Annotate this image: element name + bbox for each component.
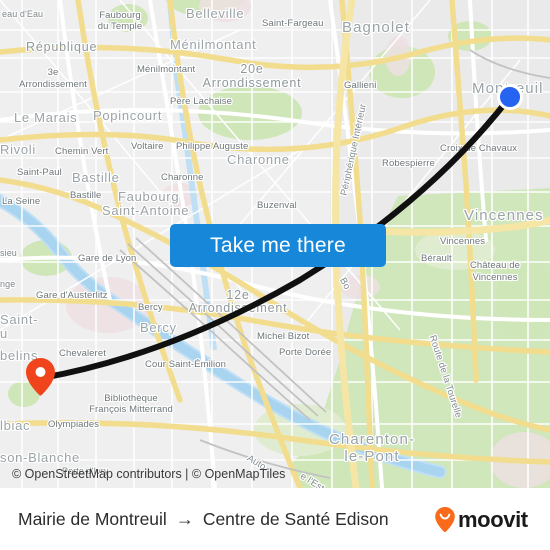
map-screen: eau d'Eau Faubourg du Temple Belleville Sain… bbox=[0, 0, 550, 550]
trip-summary: Mairie de Montreuil → Centre de Santé Ed… bbox=[18, 509, 389, 530]
svg-text:moovit: moovit bbox=[458, 507, 529, 532]
take-me-there-button[interactable]: Take me there bbox=[170, 224, 386, 267]
arrow-right-icon: → bbox=[175, 509, 194, 529]
moovit-logo-icon: moovit bbox=[435, 507, 529, 532]
destination-dot-icon[interactable] bbox=[497, 84, 523, 110]
origin-pin-icon[interactable] bbox=[26, 358, 55, 396]
trip-origin-label: Mairie de Montreuil bbox=[18, 508, 167, 529]
map-canvas[interactable]: eau d'Eau Faubourg du Temple Belleville Sain… bbox=[0, 0, 550, 488]
trip-destination-label: Centre de Santé Edison bbox=[202, 508, 389, 529]
moovit-logo[interactable]: moovit bbox=[434, 506, 536, 532]
trip-footer: Mairie de Montreuil → Centre de Santé Ed… bbox=[0, 488, 550, 550]
map-attribution: © OpenStreetMap contributors | © OpenMap… bbox=[0, 466, 550, 482]
attribution-text: © OpenStreetMap contributors | © OpenMap… bbox=[12, 467, 286, 481]
